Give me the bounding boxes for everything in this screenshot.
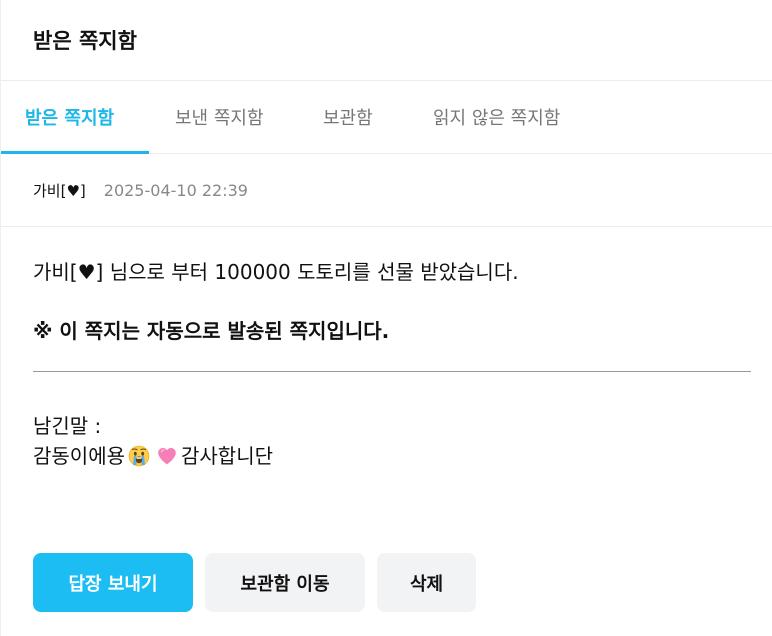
memo-text-before: 감동이에용	[33, 444, 125, 468]
message-window: 받은 쪽지함 받은 쪽지함 보낸 쪽지함 보관함 읽지 않은 쪽지함 가비[♥]…	[0, 0, 772, 636]
message-content: 가비[♥] 님으로 부터 100000 도토리를 선물 받았습니다. ※ 이 쪽…	[1, 227, 772, 471]
message-meta: 가비[♥] 2025-04-10 22:39	[1, 154, 772, 227]
memo-text-after: 감사합니단	[181, 444, 273, 468]
tab-sent[interactable]: 보낸 쪽지함	[149, 81, 299, 153]
delete-button[interactable]: 삭제	[377, 553, 476, 612]
move-to-archive-button[interactable]: 보관함 이동	[205, 553, 365, 612]
tab-bar: 받은 쪽지함 보낸 쪽지함 보관함 읽지 않은 쪽지함	[1, 81, 772, 154]
page-title: 받은 쪽지함	[33, 29, 137, 53]
crying-face-emoji-icon	[128, 445, 150, 467]
message-date: 2025-04-10 22:39	[103, 180, 248, 200]
tab-unread[interactable]: 읽지 않은 쪽지함	[405, 81, 560, 153]
divider	[33, 371, 751, 372]
reply-button[interactable]: 답장 보내기	[33, 553, 193, 612]
page-header: 받은 쪽지함	[1, 0, 772, 81]
memo-text: 감동이에용 감사합니단	[33, 441, 750, 471]
message-body: 가비[♥] 님으로 부터 100000 도토리를 선물 받았습니다.	[33, 260, 519, 284]
tab-inbox[interactable]: 받은 쪽지함	[1, 81, 149, 154]
auto-notice: ※ 이 쪽지는 자동으로 발송된 쪽지입니다.	[33, 319, 390, 343]
action-buttons: 답장 보내기 보관함 이동 삭제	[33, 553, 476, 612]
sender-name[interactable]: 가비[♥]	[33, 180, 86, 201]
memo-label: 남긴말 :	[33, 414, 102, 438]
tab-archive[interactable]: 보관함	[299, 81, 405, 153]
pink-heart-emoji-icon	[156, 445, 178, 467]
